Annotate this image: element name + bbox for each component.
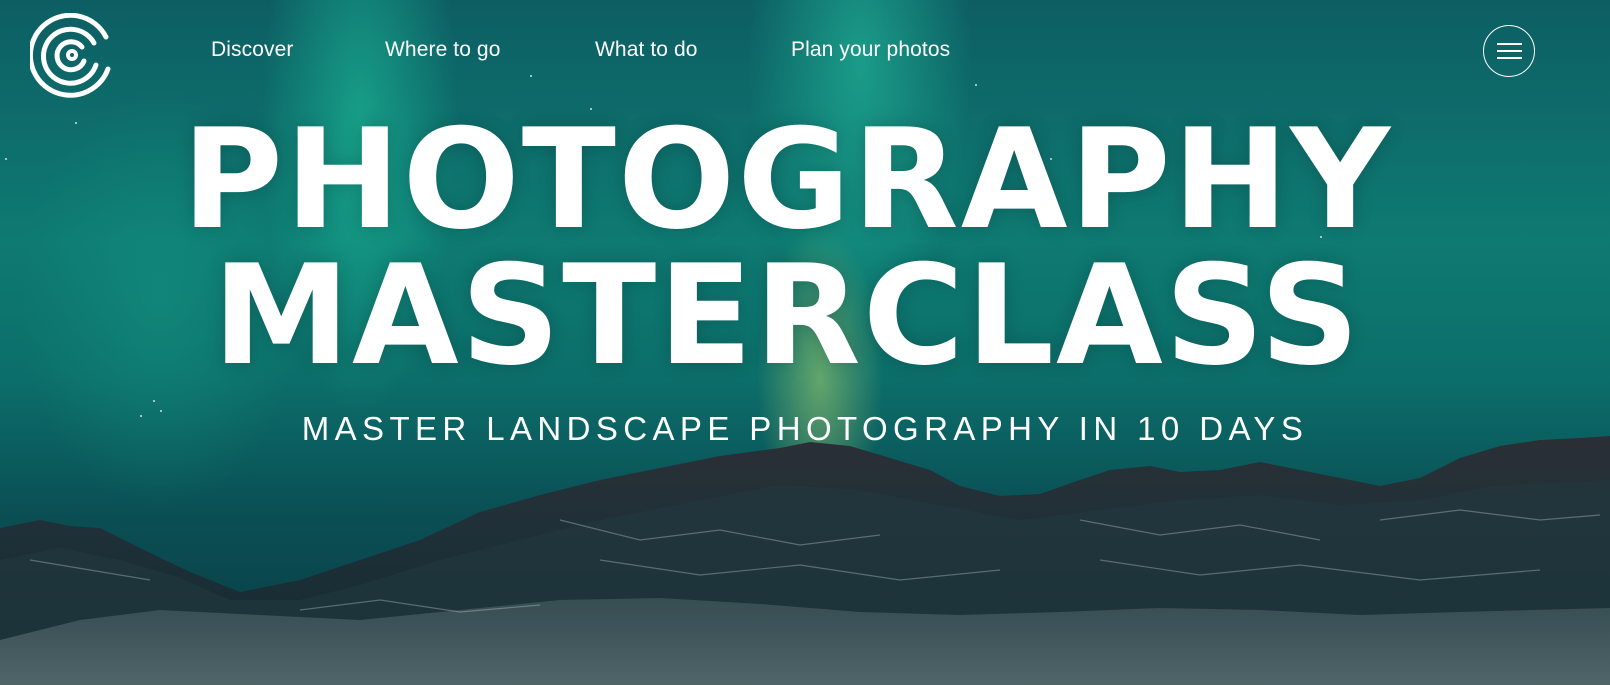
- hamburger-menu-icon-bar: [1497, 50, 1522, 52]
- top-navigation: Discover Where to go What to do Plan you…: [0, 0, 1610, 110]
- nav-link-where-to-go[interactable]: Where to go: [385, 38, 501, 62]
- hamburger-menu-icon-bar: [1497, 57, 1522, 59]
- nav-link-plan-your-photos[interactable]: Plan your photos: [791, 38, 950, 62]
- concentric-circles-logo-icon[interactable]: [30, 13, 118, 101]
- hero-subtitle: MASTER LANDSCAPE PHOTOGRAPHY IN 10 DAYS: [301, 410, 1309, 447]
- hero-section: Discover Where to go What to do Plan you…: [0, 0, 1610, 685]
- hamburger-menu-icon: [1497, 43, 1522, 45]
- nav-link-what-to-do[interactable]: What to do: [595, 38, 698, 62]
- hero-title-line-2: MASTERCLASS: [212, 235, 1362, 396]
- hamburger-menu-button[interactable]: [1483, 25, 1535, 77]
- nav-link-discover[interactable]: Discover: [211, 38, 293, 62]
